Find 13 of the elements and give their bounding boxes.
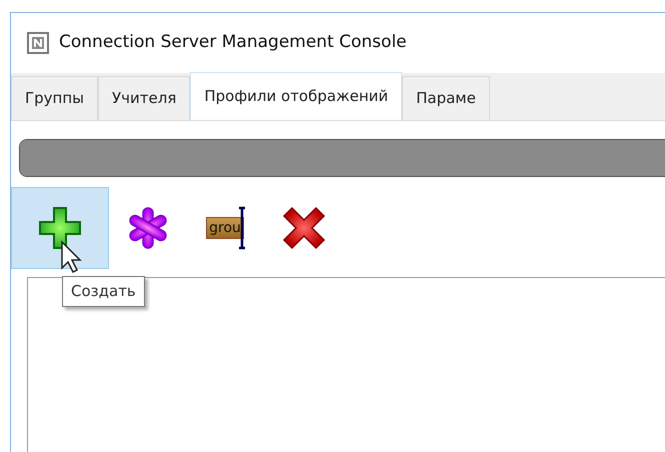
- toolbar-button[interactable]: grou: [177, 187, 275, 269]
- app-icon: [27, 32, 49, 54]
- rename-icon: grou: [206, 217, 244, 239]
- plus-icon: [38, 206, 82, 250]
- tab[interactable]: Учителя: [98, 76, 190, 120]
- tab[interactable]: Параме: [402, 76, 490, 120]
- tab[interactable]: Профили отображений: [190, 72, 402, 120]
- tooltip: Создать: [62, 276, 145, 306]
- mouse-pointer-icon: [60, 240, 84, 274]
- tab[interactable]: Группы: [11, 76, 98, 120]
- toolbar-button[interactable]: [11, 187, 109, 269]
- close-icon: [282, 206, 326, 250]
- window-title: Connection Server Management Console: [59, 31, 407, 54]
